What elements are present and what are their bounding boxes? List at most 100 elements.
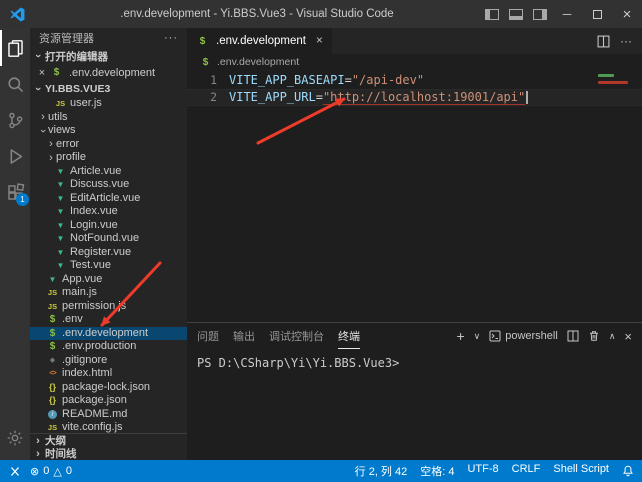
terminal-view[interactable]: PS D:\CSharp\Yi\Yi.BBS.Vue3> <box>187 349 642 460</box>
tree-item-vite.config.js[interactable]: JSvite.config.js <box>30 421 187 433</box>
file-label: App.vue <box>62 273 102 287</box>
tree-item-profile[interactable]: ›profile <box>30 151 187 165</box>
tree-item-Test.vue[interactable]: ▼Test.vue <box>30 259 187 273</box>
code-line-1[interactable]: 1VITE_APP_BASEAPI="/api-dev" <box>187 72 642 89</box>
toggle-sidebar-icon[interactable] <box>485 9 499 20</box>
js-file-icon: JS <box>46 287 59 299</box>
status-item[interactable]: CRLF <box>512 463 541 479</box>
chevron-right-icon: › <box>38 112 48 122</box>
chevron-down-icon: › <box>38 126 48 136</box>
activity-source-control-button[interactable] <box>0 102 30 138</box>
explorer-more-actions-icon[interactable]: ··· <box>164 32 178 44</box>
code-line-2[interactable]: 2VITE_APP_URL="http://localhost:19001/ap… <box>187 89 642 106</box>
tree-item-permission.js[interactable]: JSpermission.js <box>30 300 187 314</box>
tree-item-error[interactable]: ›error <box>30 138 187 152</box>
maximize-panel-icon[interactable]: ∧ <box>609 331 616 342</box>
tab-env-development[interactable]: $ .env.development × <box>187 28 332 54</box>
html-file-icon: <> <box>46 368 59 380</box>
file-label: package-lock.json <box>62 381 150 395</box>
tree-item-main.js[interactable]: JSmain.js <box>30 286 187 300</box>
open-editors-header[interactable]: › 打开的编辑器 <box>30 48 187 64</box>
split-editor-icon[interactable] <box>597 35 610 48</box>
close-window-button[interactable]: × <box>612 0 642 28</box>
tree-item-Register.vue[interactable]: ▼Register.vue <box>30 246 187 260</box>
tree-item-.env.production[interactable]: $.env.production <box>30 340 187 354</box>
file-label: views <box>48 124 76 138</box>
breadcrumb[interactable]: $ .env.development <box>187 54 642 70</box>
file-label: utils <box>48 111 68 125</box>
toggle-secondary-sidebar-icon[interactable] <box>533 9 547 20</box>
tree-item-user.js[interactable]: JSuser.js <box>30 97 187 111</box>
token-operator: = <box>316 90 323 104</box>
kill-terminal-trash-icon[interactable] <box>588 330 600 342</box>
warning-icon: △ <box>53 465 61 478</box>
new-terminal-icon[interactable]: + <box>456 328 464 344</box>
open-editor-item[interactable]: × $ .env.development <box>30 64 187 81</box>
tree-item-Index.vue[interactable]: ▼Index.vue <box>30 205 187 219</box>
tree-item-.env[interactable]: $.env <box>30 313 187 327</box>
chevron-down-icon: › <box>33 84 43 94</box>
project-section-header[interactable]: › YI.BBS.VUE3 <box>30 81 187 97</box>
minimap[interactable] <box>598 74 628 84</box>
open-editors-label: 打开的编辑器 <box>45 49 108 64</box>
tree-item-Discuss.vue[interactable]: ▼Discuss.vue <box>30 178 187 192</box>
split-terminal-icon[interactable] <box>567 330 579 342</box>
panel-tab-输出[interactable]: 输出 <box>233 323 255 349</box>
more-actions-icon[interactable]: ··· <box>620 34 632 48</box>
tree-item-Login.vue[interactable]: ▼Login.vue <box>30 219 187 233</box>
vue-file-icon: ▼ <box>54 246 67 258</box>
maximize-button[interactable] <box>582 0 612 28</box>
code-editor[interactable]: 1VITE_APP_BASEAPI="/api-dev"2VITE_APP_UR… <box>187 70 642 322</box>
status-item[interactable]: 行 2, 列 42 <box>355 463 408 479</box>
maximize-icon <box>593 10 602 19</box>
terminal-profile-dropdown-icon[interactable]: ∨ <box>474 331 481 342</box>
tree-item-utils[interactable]: ›utils <box>30 111 187 125</box>
info-file-icon: i <box>48 410 57 419</box>
manage-button[interactable] <box>0 420 30 456</box>
file-label: .env.production <box>62 340 136 354</box>
status-item[interactable]: UTF-8 <box>467 463 498 479</box>
activity-extensions-button[interactable]: 1 <box>0 174 30 210</box>
close-panel-icon[interactable]: × <box>624 329 632 344</box>
activity-search-button[interactable] <box>0 66 30 102</box>
tree-item-Article.vue[interactable]: ▼Article.vue <box>30 165 187 179</box>
notifications-bell-icon[interactable] <box>622 465 634 477</box>
terminal-shell-selector[interactable]: powershell <box>489 330 558 342</box>
panel-tab-终端[interactable]: 终端 <box>338 323 360 349</box>
panel-tab-问题[interactable]: 问题 <box>197 323 219 349</box>
tree-item-.gitignore[interactable]: ◆.gitignore <box>30 354 187 368</box>
tree-item-package.json[interactable]: {}package.json <box>30 394 187 408</box>
open-editor-label: .env.development <box>69 67 155 79</box>
tree-item-NotFound.vue[interactable]: ▼NotFound.vue <box>30 232 187 246</box>
file-tree: JSuser.js›utils›views›error›profile▼Arti… <box>30 97 187 433</box>
source-control-icon <box>6 111 25 130</box>
status-item[interactable]: 空格: 4 <box>420 463 454 479</box>
status-items: 行 2, 列 42 空格: 4 UTF-8 CRLF Shell Script <box>355 463 609 479</box>
json-file-icon: {} <box>46 395 59 407</box>
tree-item-EditArticle.vue[interactable]: ▼EditArticle.vue <box>30 192 187 206</box>
activity-run-debug-button[interactable] <box>0 138 30 174</box>
tree-item-index.html[interactable]: <>index.html <box>30 367 187 381</box>
file-label: .env <box>62 313 83 327</box>
tree-item-views[interactable]: ›views <box>30 124 187 138</box>
search-icon <box>6 75 25 94</box>
status-item[interactable]: Shell Script <box>553 463 609 479</box>
shell-name-label: powershell <box>505 330 558 342</box>
remote-indicator[interactable] <box>8 466 22 477</box>
tree-item-README.md[interactable]: iREADME.md <box>30 408 187 422</box>
panel-tab-调试控制台[interactable]: 调试控制台 <box>269 323 324 349</box>
file-label: .env.development <box>62 327 148 341</box>
shell-file-icon: $ <box>199 56 212 68</box>
shell-file-icon: $ <box>50 67 63 79</box>
json-file-icon: {} <box>46 381 59 393</box>
close-tab-icon[interactable]: × <box>316 35 323 47</box>
tree-item-.env.development[interactable]: $.env.development <box>30 327 187 341</box>
tree-item-App.vue[interactable]: ▼App.vue <box>30 273 187 287</box>
close-editor-icon[interactable]: × <box>37 67 47 79</box>
minimize-button[interactable]: ─ <box>552 0 582 28</box>
problems-status[interactable]: ⊗ 0 △ 0 <box>30 465 72 478</box>
timeline-section-header[interactable]: › 时间线 <box>30 447 187 460</box>
toggle-panel-icon[interactable] <box>509 9 523 20</box>
tree-item-package-lock.json[interactable]: {}package-lock.json <box>30 381 187 395</box>
activity-explorer-button[interactable] <box>0 30 30 66</box>
